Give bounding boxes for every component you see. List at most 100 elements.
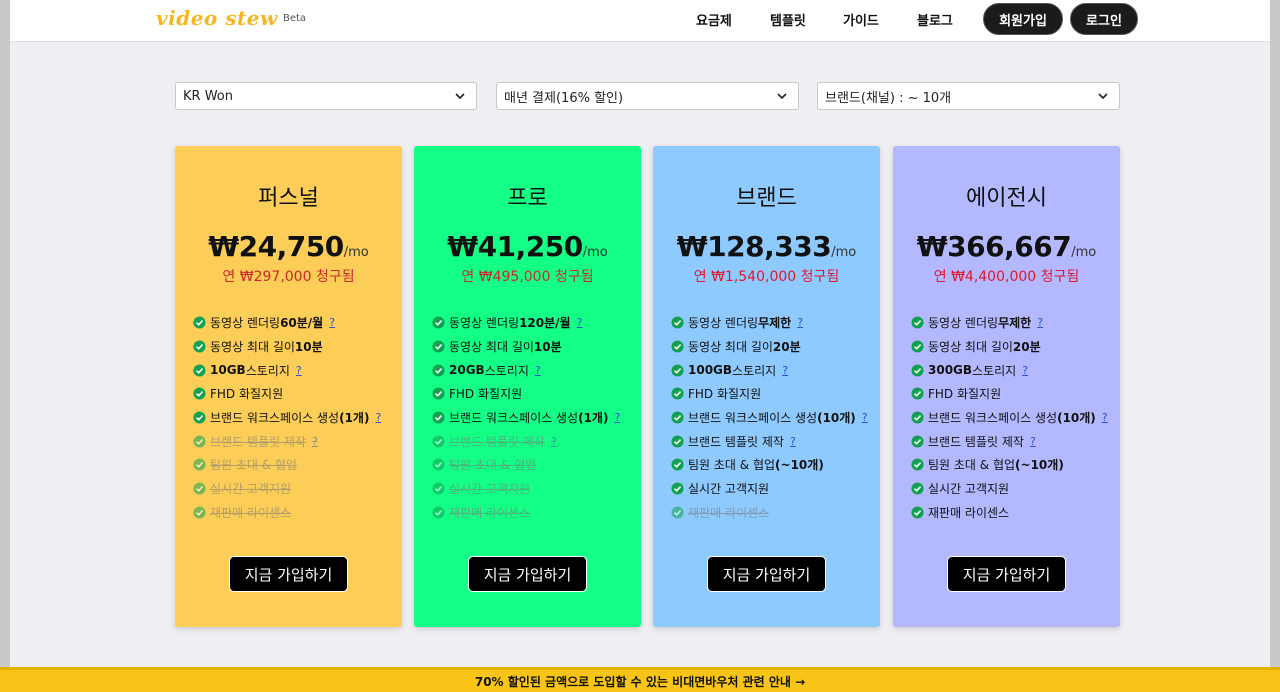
feature-item: 브랜드 워크스페이스 생성 (1개)? (193, 406, 396, 430)
check-circle-icon (432, 387, 445, 400)
check-circle-icon (911, 316, 924, 329)
feature-help-link[interactable]: ? (782, 364, 788, 377)
billed-suffix: 청구됨 (550, 269, 594, 285)
feature-help-link[interactable]: ? (1102, 411, 1108, 424)
check-circle-icon (193, 364, 206, 377)
check-circle-icon (193, 411, 206, 424)
feature-text-pre: 브랜드 템플릿 제작 (928, 434, 1024, 449)
feature-help-link[interactable]: ? (296, 364, 302, 377)
check-circle-icon (432, 364, 445, 377)
signup-now-button[interactable]: 지금 가입하기 (229, 556, 348, 592)
feature-text-bold: 20분 (1012, 340, 1041, 355)
check-circle-icon (193, 482, 206, 495)
billing-cycle-select[interactable]: 매년 결제(16% 할인) (496, 82, 799, 110)
feature-item: 재판매 라이센스 (432, 501, 635, 525)
feature-item: 300GB 스토리지? (911, 358, 1114, 382)
annual-billing-note: 연 ₩4,400,000 청구됨 (893, 266, 1120, 286)
feature-item: 실시간 고객지원 (911, 477, 1114, 501)
feature-help-link[interactable]: ? (862, 411, 868, 424)
pricing-card: 에이전시 ₩366,667/mo 연 ₩4,400,000 청구됨 동영상 렌더링 무… (893, 146, 1120, 627)
feature-text-pre: 브랜드 워크스페이스 생성 (449, 411, 579, 426)
annual-billing-note: 연 ₩495,000 청구됨 (414, 266, 641, 286)
nav-blog[interactable]: 블로그 (917, 10, 953, 29)
feature-text-pre: 실시간 고객지원 (210, 482, 292, 497)
check-circle-icon (671, 482, 684, 495)
brand-count-select[interactable]: 브랜드(채널) : ~ 10개 (817, 82, 1120, 110)
billed-prefix: 연 (933, 269, 952, 285)
billed-suffix: 청구됨 (311, 269, 355, 285)
feature-help-link[interactable]: ? (790, 435, 796, 448)
feature-help-link[interactable]: ? (1030, 435, 1036, 448)
check-circle-icon (432, 506, 445, 519)
feature-help-link[interactable]: ? (577, 316, 583, 329)
feature-help-link[interactable]: ? (1037, 316, 1043, 329)
feature-item: 동영상 렌더링 무제한? (671, 311, 874, 335)
signup-button[interactable]: 회원가입 (983, 3, 1063, 35)
feature-text-bold: 100GB (688, 363, 733, 378)
monthly-price: ₩24,750 (208, 230, 344, 263)
check-circle-icon (432, 435, 445, 448)
per-month-label: /mo (831, 245, 857, 260)
feature-help-link[interactable]: ? (551, 435, 557, 448)
voucher-banner[interactable]: 70% 할인된 금액으로 도입할 수 있는 비대면바우처 관련 안내 → (0, 667, 1280, 692)
check-circle-icon (911, 458, 924, 472)
per-month-label: /mo (582, 245, 608, 260)
check-circle-icon (911, 364, 924, 377)
currency-select[interactable]: KR Won (175, 82, 477, 110)
nav-guide[interactable]: 가이드 (843, 10, 879, 29)
chevron-down-icon (1098, 93, 1108, 100)
feature-item: 동영상 최대 길이 10분 (432, 335, 635, 359)
check-circle-icon (432, 458, 445, 472)
check-circle-icon (193, 458, 206, 472)
login-button[interactable]: 로그인 (1070, 3, 1138, 35)
feature-text-pre: 실시간 고객지원 (688, 482, 770, 497)
billed-amount: ₩495,000 (478, 269, 551, 285)
feature-text-bold: 10분 (294, 340, 323, 355)
feature-text-pre: FHD 화질지원 (928, 387, 1002, 402)
nav-pricing[interactable]: 요금제 (696, 10, 732, 29)
feature-list: 동영상 렌더링 120분/월? 동영상 최대 길이 10분 20GB 스토리지? FH… (432, 311, 635, 524)
feature-text-bold: (10개) (817, 411, 856, 426)
billed-suffix: 청구됨 (1036, 269, 1080, 285)
signup-now-button[interactable]: 지금 가입하기 (468, 556, 587, 592)
feature-help-link[interactable]: ? (312, 435, 318, 448)
check-circle-icon (432, 316, 445, 329)
check-circle-icon (911, 506, 924, 519)
feature-text-bold: 무제한 (758, 316, 792, 331)
feature-text-pre: FHD 화질지원 (449, 387, 523, 402)
feature-help-link[interactable]: ? (1022, 364, 1028, 377)
feature-help-link[interactable]: ? (535, 364, 541, 377)
feature-item: 팀원 초대 & 협업 (193, 453, 396, 477)
feature-text-bold: 10GB (210, 363, 246, 378)
plan-name: 프로 (507, 186, 548, 211)
price-row: ₩24,750/mo (175, 230, 402, 263)
feature-help-link[interactable]: ? (797, 316, 803, 329)
feature-text-pre: 팀원 초대 & 협업 (449, 458, 537, 473)
feature-help-link[interactable]: ? (375, 411, 381, 424)
feature-item: 재판매 라이센스 (193, 501, 396, 525)
feature-help-link[interactable]: ? (329, 316, 335, 329)
feature-help-link[interactable]: ? (614, 411, 620, 424)
chevron-down-icon (777, 93, 787, 100)
feature-item: 브랜드 워크스페이스 생성 (1개)? (432, 406, 635, 430)
feature-list: 동영상 렌더링 무제한? 동영상 최대 길이 20분 300GB 스토리지? FHD … (911, 311, 1114, 524)
feature-text-pre: 실시간 고객지원 (928, 482, 1010, 497)
signup-now-button[interactable]: 지금 가입하기 (707, 556, 826, 592)
feature-text-bold: (10개) (1057, 411, 1096, 426)
feature-item: 재판매 라이센스 (671, 501, 874, 525)
feature-item: 동영상 렌더링 120분/월? (432, 311, 635, 335)
nav-templates[interactable]: 템플릿 (770, 10, 806, 29)
feature-text-pre: 재판매 라이센스 (210, 505, 292, 520)
signup-now-button[interactable]: 지금 가입하기 (947, 556, 1066, 592)
logo[interactable]: video stew (156, 6, 278, 30)
per-month-label: /mo (1071, 245, 1097, 260)
feature-item: 팀원 초대 & 협업 (~10개) (911, 453, 1114, 477)
feature-text-pre: 동영상 렌더링 (688, 316, 759, 331)
per-month-label: /mo (343, 245, 369, 260)
feature-text-pre: 팀원 초대 & 협업 (928, 458, 1016, 473)
billed-suffix: 청구됨 (796, 269, 840, 285)
feature-item: FHD 화질지원 (911, 382, 1114, 406)
check-circle-icon (671, 387, 684, 400)
check-circle-icon (193, 340, 206, 353)
plan-name: 퍼스널 (258, 186, 319, 211)
